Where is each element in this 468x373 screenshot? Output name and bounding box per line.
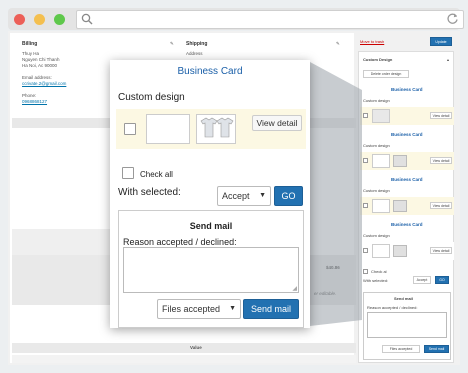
send-mail-button[interactable]: Send mail xyxy=(243,299,299,319)
design-slot xyxy=(372,244,390,258)
shipping-address-label: Address xyxy=(186,51,203,56)
reason-textarea[interactable]: ◢ xyxy=(123,247,299,293)
panel-title: Custom Design xyxy=(363,57,393,62)
billing-line: Nguyen Chi Thanh xyxy=(22,57,60,62)
design-checkbox[interactable] xyxy=(363,113,368,118)
design-slot xyxy=(372,199,390,213)
check-all-checkbox[interactable] xyxy=(363,269,368,274)
design-checkbox[interactable] xyxy=(363,203,368,208)
go-button[interactable]: GO xyxy=(274,186,303,206)
delete-order-design-button[interactable]: Delete order design xyxy=(363,70,409,78)
tshirt-thumbnail xyxy=(393,245,407,257)
send-mail-title: Send mail xyxy=(394,296,413,301)
resize-handle-icon[interactable]: ◢ xyxy=(292,285,297,292)
view-detail-button[interactable]: View detail xyxy=(430,112,452,119)
send-mail-box: Send mail Reason accepted / declined: Fi… xyxy=(363,292,451,360)
chevron-down-icon: ▼ xyxy=(259,192,266,199)
custom-design-label: Custom design xyxy=(363,233,390,238)
view-detail-button[interactable]: View detail xyxy=(430,247,452,254)
action-select[interactable]: Accept xyxy=(413,276,431,284)
card-title: Business Card xyxy=(391,132,423,137)
check-all-label: Check all xyxy=(140,170,173,179)
status-select[interactable]: Files accepted ▼ xyxy=(157,299,241,319)
custom-design-label: Custom design xyxy=(118,92,185,103)
shipping-title: Shipping xyxy=(186,41,208,47)
modal-title: Business Card xyxy=(177,66,243,77)
address-bar[interactable] xyxy=(76,10,464,29)
update-button[interactable]: Update xyxy=(430,37,452,46)
meta-table-row xyxy=(12,355,356,363)
action-select-value: Accept xyxy=(222,191,250,201)
search-icon xyxy=(81,13,93,28)
reload-icon[interactable] xyxy=(446,12,459,28)
meta-table-header xyxy=(12,343,356,353)
pencil-icon[interactable]: ✎ xyxy=(336,41,340,47)
send-mail-box: Send mail Reason accepted / declined: ◢ … xyxy=(118,210,304,328)
reason-label: Reason accepted / declined: xyxy=(123,237,237,247)
status-select[interactable]: Files accepted xyxy=(382,345,420,353)
go-button[interactable]: GO xyxy=(435,276,449,284)
close-window-button[interactable] xyxy=(14,14,25,25)
view-detail-button[interactable]: View detail xyxy=(252,115,302,131)
email-label: Email address: xyxy=(22,75,52,80)
design-checkbox[interactable] xyxy=(363,248,368,253)
design-thumbnail xyxy=(372,109,390,123)
card-title: Business Card xyxy=(391,177,423,182)
custom-design-label: Custom design xyxy=(363,98,390,103)
order-total: $40.86 xyxy=(326,265,340,270)
phone-link[interactable]: 0968868127 xyxy=(22,99,47,104)
collapse-icon[interactable]: ▴ xyxy=(447,57,449,62)
billing-line: Thuy Ha xyxy=(22,51,40,56)
value-header: Value xyxy=(190,345,202,350)
minimize-window-button[interactable] xyxy=(34,14,45,25)
reason-label: Reason accepted / declined: xyxy=(367,305,418,310)
design-slot xyxy=(372,154,390,168)
billing-title: Billing xyxy=(22,41,38,47)
reason-textarea[interactable] xyxy=(367,312,447,338)
tshirt-thumbnail xyxy=(393,200,407,212)
browser-window: Billing ✎ Shipping ✎ Thuy Ha Nguyen Chi … xyxy=(0,0,468,373)
action-select[interactable]: Accept ▼ xyxy=(217,186,271,206)
order-note: er editable. xyxy=(314,291,337,296)
design-row: View detail xyxy=(360,152,454,170)
custom-design-panel: Custom Design ▴ Delete order design Busi… xyxy=(358,51,454,363)
browser-toolbar xyxy=(8,8,464,30)
status-select-value: Files accepted xyxy=(162,304,221,314)
view-detail-button[interactable]: View detail xyxy=(430,157,452,164)
tshirt-thumbnail xyxy=(393,155,407,167)
phone-label: Phone: xyxy=(22,93,37,98)
tshirt-thumbnail xyxy=(196,114,236,144)
move-to-trash-link[interactable]: Move to trash xyxy=(360,39,384,44)
design-checkbox[interactable] xyxy=(124,123,136,135)
business-card-modal: Business Card Custom design View detail … xyxy=(110,60,310,328)
pencil-icon[interactable]: ✎ xyxy=(170,41,174,47)
send-mail-button[interactable]: Send mail xyxy=(424,345,449,353)
right-sidebar: Move to trash Update Custom Design ▴ Del… xyxy=(358,37,454,363)
design-row: View detail xyxy=(360,107,454,125)
with-selected-label: With selected: xyxy=(118,187,181,198)
chevron-down-icon: ▼ xyxy=(229,305,236,312)
design-row: View detail xyxy=(116,109,306,149)
design-row: View detail xyxy=(360,242,454,260)
maximize-window-button[interactable] xyxy=(54,14,65,25)
with-selected-label: With selected: xyxy=(363,278,389,283)
email-link[interactable]: ccrivate.2@gmail.com xyxy=(22,81,66,86)
check-all-checkbox[interactable] xyxy=(122,167,134,179)
design-checkbox[interactable] xyxy=(363,158,368,163)
design-row: View detail xyxy=(360,197,454,215)
custom-design-label: Custom design xyxy=(363,188,390,193)
card-title: Business Card xyxy=(391,87,423,92)
custom-design-label: Custom design xyxy=(363,143,390,148)
send-mail-title: Send mail xyxy=(189,221,233,231)
card-title: Business Card xyxy=(391,222,423,227)
check-all-label: Check al xyxy=(371,269,387,274)
billing-line: Ha Noi, Ac 90000 xyxy=(22,63,58,68)
design-slot xyxy=(146,114,190,144)
view-detail-button[interactable]: View detail xyxy=(430,202,452,209)
